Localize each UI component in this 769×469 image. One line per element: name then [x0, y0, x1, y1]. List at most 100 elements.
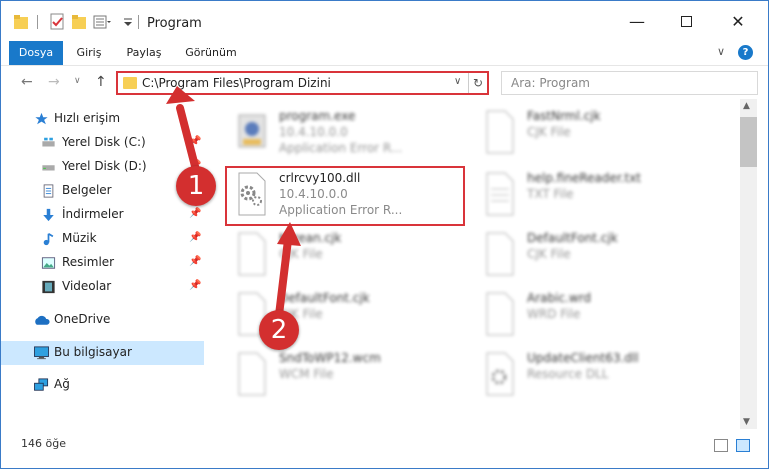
- sidebar-item-network[interactable]: Ağ: [1, 373, 204, 397]
- file-type: CJK File: [527, 247, 571, 261]
- tab-view[interactable]: Görünüm: [179, 41, 243, 65]
- sidebar-item-music[interactable]: Müzik 📌: [1, 227, 204, 251]
- sidebar-item-label: İndirmeler: [62, 207, 124, 221]
- drive-icon: [42, 137, 55, 147]
- search-placeholder[interactable]: Ara: Program: [511, 76, 590, 90]
- address-dropdown-icon[interactable]: ∨: [454, 76, 461, 87]
- selected-file-highlight: [225, 166, 465, 226]
- pictures-icon: [41, 257, 56, 269]
- navigation-bar: ← → ∨ ↑ C:\Program Files\Program Dizini …: [1, 65, 768, 99]
- pin-icon[interactable]: 📌: [189, 280, 201, 291]
- scroll-down-icon[interactable]: ▼: [743, 417, 750, 427]
- application-icon: [238, 114, 266, 148]
- tab-file[interactable]: Dosya: [9, 41, 63, 65]
- recent-locations-icon[interactable]: ∨: [74, 76, 81, 86]
- customize-toolbar-icon[interactable]: [123, 13, 133, 31]
- sidebar-item-label: OneDrive: [54, 312, 111, 326]
- text-file-icon: [486, 172, 514, 216]
- sidebar-item-local-disk-d[interactable]: Yerel Disk (D:) 📌: [1, 155, 204, 179]
- up-arrow-icon[interactable]: ↑: [95, 74, 107, 90]
- sidebar-item-documents[interactable]: Belgeler 📌: [1, 179, 204, 203]
- sidebar-item-quick-access[interactable]: Hızlı erişim: [1, 107, 204, 131]
- sidebar-item-videos[interactable]: Videolar 📌: [1, 275, 204, 299]
- large-icons-view-icon[interactable]: [736, 439, 750, 452]
- music-icon: [43, 232, 54, 246]
- address-bar[interactable]: C:\Program Files\Program Dizini ∨ ↻: [116, 71, 489, 95]
- sidebar-item-onedrive[interactable]: OneDrive: [1, 308, 204, 332]
- file-item[interactable]: Korean.cjk CJK File: [229, 227, 459, 283]
- scroll-thumb[interactable]: [740, 117, 757, 167]
- file-icon: [486, 110, 514, 154]
- folder-icon: [123, 77, 137, 89]
- file-type: CJK File: [279, 247, 323, 261]
- dll-gear-icon: [486, 352, 514, 396]
- pin-icon[interactable]: 📌: [189, 136, 201, 147]
- file-name: Arabic.wrd: [527, 291, 592, 305]
- close-button[interactable]: ✕: [715, 1, 761, 41]
- cloud-icon: [35, 315, 50, 325]
- forward-arrow-icon[interactable]: →: [48, 74, 60, 90]
- new-folder-icon[interactable]: [71, 13, 87, 31]
- help-icon[interactable]: ?: [738, 45, 753, 60]
- videos-icon: [42, 280, 55, 294]
- file-item[interactable]: program.exe 10.4.10.0.0 Application Erro…: [229, 105, 459, 161]
- file-name: Korean.cjk: [279, 231, 342, 245]
- separator: [37, 15, 38, 29]
- file-icon: [238, 352, 266, 396]
- file-type: WCM File: [279, 367, 334, 381]
- scroll-up-icon[interactable]: ▲: [743, 101, 750, 111]
- properties-icon[interactable]: [49, 13, 65, 31]
- tab-home[interactable]: Giriş: [67, 41, 111, 65]
- address-path[interactable]: C:\Program Files\Program Dizini: [142, 76, 331, 90]
- tab-share[interactable]: Paylaş: [119, 41, 169, 65]
- sidebar-item-local-disk-c[interactable]: Yerel Disk (C:) 📌: [1, 131, 204, 155]
- file-icon: [486, 232, 514, 276]
- star-icon: [35, 112, 48, 125]
- status-bar: 146 öğe: [1, 429, 768, 468]
- drive-icon: [42, 165, 55, 171]
- documents-icon: [43, 184, 54, 198]
- sidebar-item-label: Yerel Disk (C:): [62, 135, 146, 149]
- vertical-scrollbar[interactable]: ▲ ▼: [740, 99, 757, 429]
- window-title: Program: [147, 16, 202, 31]
- file-name: help.fineReader.txt: [527, 171, 641, 185]
- minimize-button[interactable]: —: [614, 1, 660, 41]
- file-item[interactable]: UpdateClient63.dll Resource DLL: [477, 347, 707, 403]
- file-type: Resource DLL: [527, 367, 609, 381]
- back-arrow-icon[interactable]: ←: [21, 74, 33, 90]
- pin-icon[interactable]: 📌: [189, 256, 201, 267]
- sidebar-item-downloads[interactable]: İndirmeler 📌: [1, 203, 204, 227]
- sidebar-item-this-pc[interactable]: Bu bilgisayar: [1, 341, 204, 365]
- file-type: CJK File: [527, 125, 571, 139]
- sidebar-item-pictures[interactable]: Resimler 📌: [1, 251, 204, 275]
- step-badge-2: 2: [259, 310, 299, 350]
- details-view-icon[interactable]: [714, 439, 728, 452]
- sidebar-item-label: Videolar: [62, 279, 112, 293]
- file-item[interactable]: DefaultFont.cjk CJK File: [477, 227, 707, 283]
- expand-ribbon-icon[interactable]: ∨: [717, 45, 725, 58]
- search-box[interactable]: Ara: Program: [501, 71, 758, 95]
- file-name: UpdateClient63.dll: [527, 351, 639, 365]
- view-options-icon[interactable]: [93, 13, 111, 31]
- folder-icon: [14, 15, 28, 29]
- maximize-button[interactable]: [663, 1, 709, 41]
- pin-icon[interactable]: 📌: [189, 232, 201, 243]
- navigation-pane: Hızlı erişim Yerel Disk (C:) 📌 Yerel Dis…: [1, 99, 204, 429]
- file-item[interactable]: SndToWP12.wcm WCM File: [229, 347, 459, 403]
- file-item[interactable]: Arabic.wrd WRD File: [477, 287, 707, 343]
- sidebar-item-label: Resimler: [62, 255, 115, 269]
- refresh-icon[interactable]: ↻: [468, 73, 487, 93]
- file-type: WRD File: [527, 307, 581, 321]
- sidebar-item-label: Müzik: [62, 231, 97, 245]
- pin-icon[interactable]: 📌: [189, 208, 201, 219]
- file-name: SndToWP12.wcm: [279, 351, 381, 365]
- file-name: program.exe: [279, 109, 356, 123]
- ribbon: Dosya Giriş Paylaş Görünüm ∨ ?: [1, 41, 768, 65]
- file-name: DefaultFont.cjk: [527, 231, 618, 245]
- file-icon: [486, 292, 514, 336]
- file-item[interactable]: FastNrml.cjk CJK File: [477, 105, 707, 161]
- file-item[interactable]: help.fineReader.txt TXT File: [477, 167, 707, 223]
- sidebar-item-label: Hızlı erişim: [54, 111, 121, 125]
- explorer-window: Program — ✕ Dosya Giriş Paylaş Görünüm ∨…: [0, 0, 769, 469]
- file-name: FastNrml.cjk: [527, 109, 601, 123]
